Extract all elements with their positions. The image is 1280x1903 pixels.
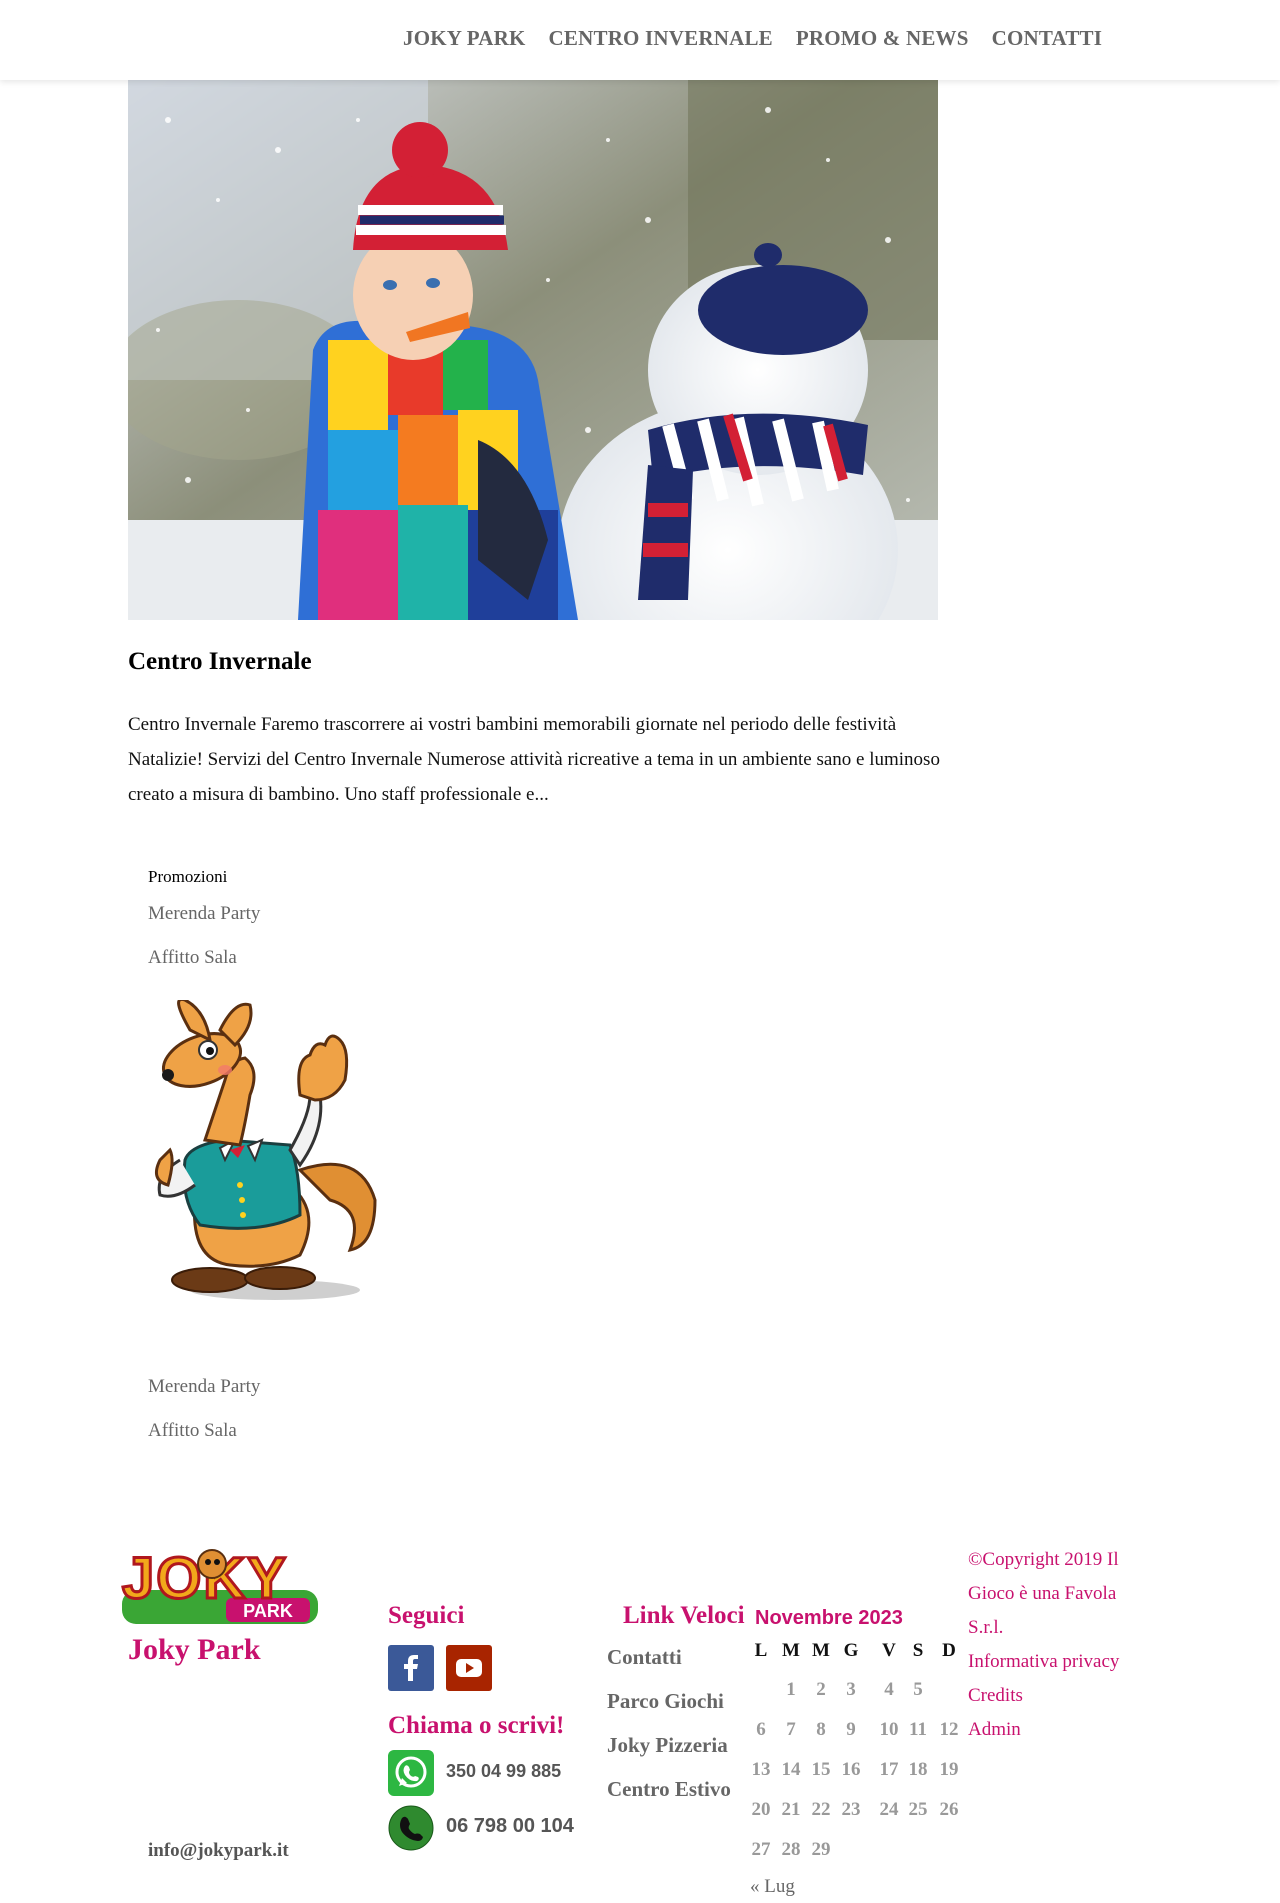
credits-link[interactable]: Credits — [968, 1679, 1148, 1713]
calendar-weekday: D — [942, 1640, 956, 1661]
admin-link[interactable]: Admin — [968, 1713, 1148, 1747]
calendar-day: 27 — [751, 1839, 771, 1860]
facebook-icon — [404, 1655, 418, 1681]
post-title[interactable]: Centro Invernale — [128, 648, 312, 676]
calendar-day: 21 — [781, 1799, 801, 1820]
main-nav: JOKY PARK CENTRO INVERNALE PROMO & NEWS … — [403, 26, 1125, 51]
calendar-weekday: L — [754, 1640, 768, 1661]
calendar-day: 20 — [751, 1799, 771, 1820]
call-heading: Chiama o scrivi! — [388, 1712, 565, 1739]
promo-link-affitto-sala-bottom[interactable]: Affitto Sala — [148, 1420, 237, 1442]
promo-link-merenda-party-bottom[interactable]: Merenda Party — [148, 1376, 260, 1398]
calendar-day: 8 — [816, 1719, 826, 1740]
calendar-day: 14 — [781, 1759, 801, 1780]
calendar-day: 5 — [913, 1679, 923, 1700]
nav-centro-invernale[interactable]: CENTRO INVERNALE — [549, 26, 773, 51]
quick-link-parco-giochi[interactable]: Parco Giochi — [607, 1689, 724, 1714]
calendar-day: 13 — [751, 1759, 771, 1780]
calendar-day: 6 — [756, 1719, 766, 1740]
footer-legal-column: ©Copyright 2019 Il Gioco è una Favola S.… — [968, 1543, 1148, 1747]
promotions-heading: Promozioni — [148, 867, 228, 886]
calendar-day: 22 — [811, 1799, 831, 1820]
quick-link-joky-pizzeria[interactable]: Joky Pizzeria — [607, 1733, 728, 1758]
calendar-weekday: M — [812, 1640, 830, 1661]
quick-link-centro-estivo[interactable]: Centro Estivo — [607, 1777, 731, 1802]
quick-link-contatti[interactable]: Contatti — [607, 1645, 682, 1670]
calendar-weekday: M — [782, 1640, 800, 1661]
promo-link-merenda-party[interactable]: Merenda Party — [148, 903, 260, 925]
calendar-day: 2 — [816, 1679, 826, 1700]
winter-child-snowman-image — [128, 80, 938, 620]
promo-link-affitto-sala[interactable]: Affitto Sala — [148, 947, 237, 969]
calendar-day: 25 — [908, 1799, 928, 1820]
calendar-caption: Novembre 2023 — [755, 1607, 903, 1629]
whatsapp-number[interactable]: 350 04 99 885 — [446, 1761, 561, 1782]
follow-heading: Seguici — [388, 1602, 465, 1629]
calendar-weekday: V — [882, 1640, 896, 1661]
calendar-day: 15 — [811, 1759, 831, 1780]
nav-promo-news[interactable]: PROMO & NEWS — [796, 26, 969, 51]
copyright-text: ©Copyright 2019 Il Gioco è una Favola S.… — [968, 1549, 1119, 1638]
calendar-day: 12 — [939, 1719, 959, 1740]
nav-joky-park[interactable]: JOKY PARK — [403, 26, 526, 51]
calendar-day: 24 — [879, 1799, 899, 1820]
calendar-day: 19 — [939, 1759, 959, 1780]
calendar-day: 1 — [786, 1679, 796, 1700]
calendar-day: 18 — [908, 1759, 928, 1780]
calendar-weekday: S — [912, 1640, 924, 1661]
phone-icon[interactable] — [388, 1805, 434, 1851]
calendar-day: 7 — [786, 1719, 796, 1740]
footer-email[interactable]: info@jokypark.it — [148, 1840, 289, 1862]
privacy-link[interactable]: Informativa privacy — [968, 1645, 1148, 1679]
calendar-day: 9 — [846, 1719, 856, 1740]
youtube-icon — [456, 1659, 482, 1677]
calendar-day: 3 — [846, 1679, 856, 1700]
kangaroo-mascot-image — [150, 997, 380, 1300]
nav-contatti[interactable]: CONTATTI — [992, 26, 1103, 51]
calendar-day: 26 — [939, 1799, 959, 1820]
calendar-weekday: G — [843, 1640, 859, 1661]
joky-park-logo[interactable]: PARK JOKY — [116, 1540, 336, 1628]
phone-number[interactable]: 06 798 00 104 — [446, 1815, 574, 1838]
calendar-day: 17 — [879, 1759, 899, 1780]
calendar-day: 16 — [841, 1759, 861, 1780]
site-header: JOKY PARK CENTRO INVERNALE PROMO & NEWS … — [0, 0, 1280, 80]
calendar-day: 11 — [909, 1719, 927, 1740]
calendar-day: 4 — [884, 1679, 894, 1700]
calendar-prev-month-link[interactable]: « Lug — [750, 1876, 795, 1898]
calendar-day: 29 — [811, 1839, 831, 1860]
youtube-button[interactable] — [446, 1645, 492, 1691]
post-excerpt: Centro Invernale Faremo trascorrere ai v… — [128, 714, 940, 805]
post-featured-image[interactable] — [128, 80, 938, 620]
whatsapp-icon[interactable] — [388, 1750, 434, 1796]
calendar-day: 28 — [781, 1839, 801, 1860]
calendar-day: 23 — [841, 1799, 861, 1820]
footer-brand-title: Joky Park — [128, 1633, 261, 1666]
quick-links-heading: Link Veloci — [623, 1602, 745, 1629]
facebook-button[interactable] — [388, 1645, 434, 1691]
calendar-day: 10 — [879, 1719, 899, 1740]
